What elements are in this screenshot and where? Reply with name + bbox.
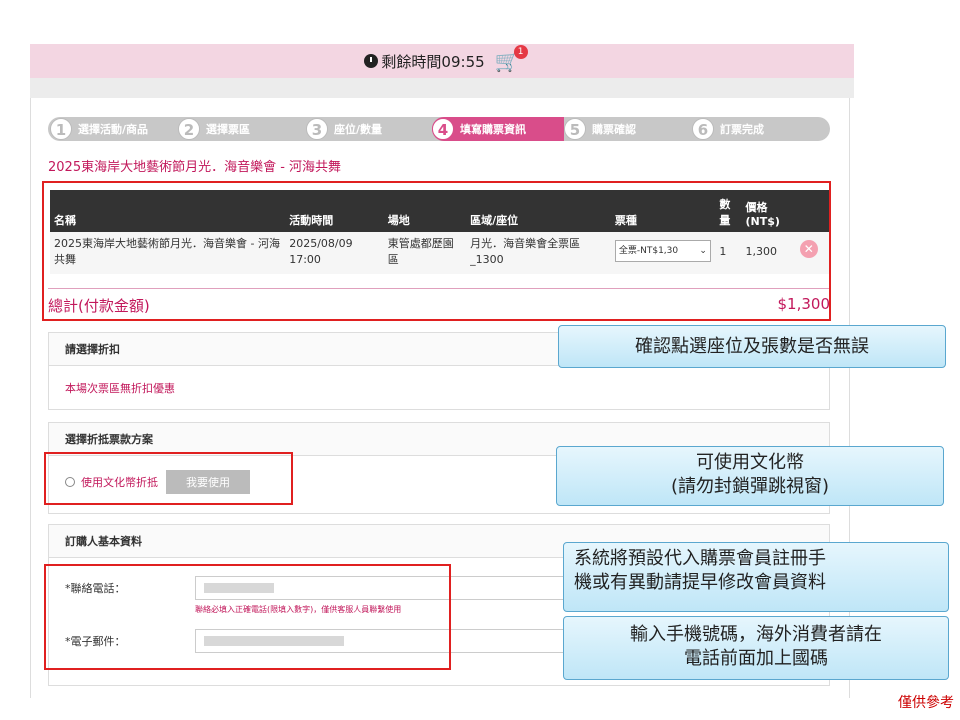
cart-count-badge: 1 bbox=[513, 45, 528, 59]
callout-member-phone: 系統將預設代入購票會員註冊手 機或有異動請提早修改會員資料 bbox=[563, 542, 949, 612]
highlight-box-order bbox=[42, 181, 831, 321]
clock-icon bbox=[364, 54, 379, 68]
step-progress: 1 選擇活動/商品 2 選擇票區 3 座位/數量 4 填寫購票資訊 5 購票確認 6 訂票完… bbox=[48, 117, 830, 141]
step-1: 1 選擇活動/商品 bbox=[50, 118, 178, 140]
cart-icon[interactable]: 🛒 1 bbox=[495, 45, 528, 71]
event-title: 2025東海岸大地藝術節月光．海音樂會 - 河海共舞 bbox=[48, 160, 342, 175]
step-2: 2 選擇票區 bbox=[178, 118, 306, 140]
callout-culture-coin: 可使用文化幣 (請勿封鎖彈跳視窗) bbox=[556, 446, 944, 506]
timer-text: 剩餘時間09:55 bbox=[381, 52, 485, 71]
callout-confirm-seats: 確認點選座位及張數是否無誤 bbox=[558, 325, 946, 368]
timer-bar: 剩餘時間09:55 🛒 1 bbox=[30, 44, 854, 78]
highlight-box-voucher bbox=[44, 452, 293, 505]
top-divider bbox=[30, 78, 854, 98]
highlight-box-contact bbox=[44, 564, 451, 670]
reference-note: 僅供參考 bbox=[898, 695, 954, 711]
step-3: 3 座位/數量 bbox=[306, 118, 432, 140]
callout-phone-format: 輸入手機號碼，海外消費者請在 電話前面加上國碼 bbox=[563, 616, 949, 680]
discount-text: 本場次票區無折扣優惠 bbox=[65, 382, 175, 395]
step-6: 6 訂票完成 bbox=[692, 118, 812, 140]
step-4-active: 4 填寫購票資訊 bbox=[432, 117, 564, 141]
step-5: 5 購票確認 bbox=[564, 118, 692, 140]
